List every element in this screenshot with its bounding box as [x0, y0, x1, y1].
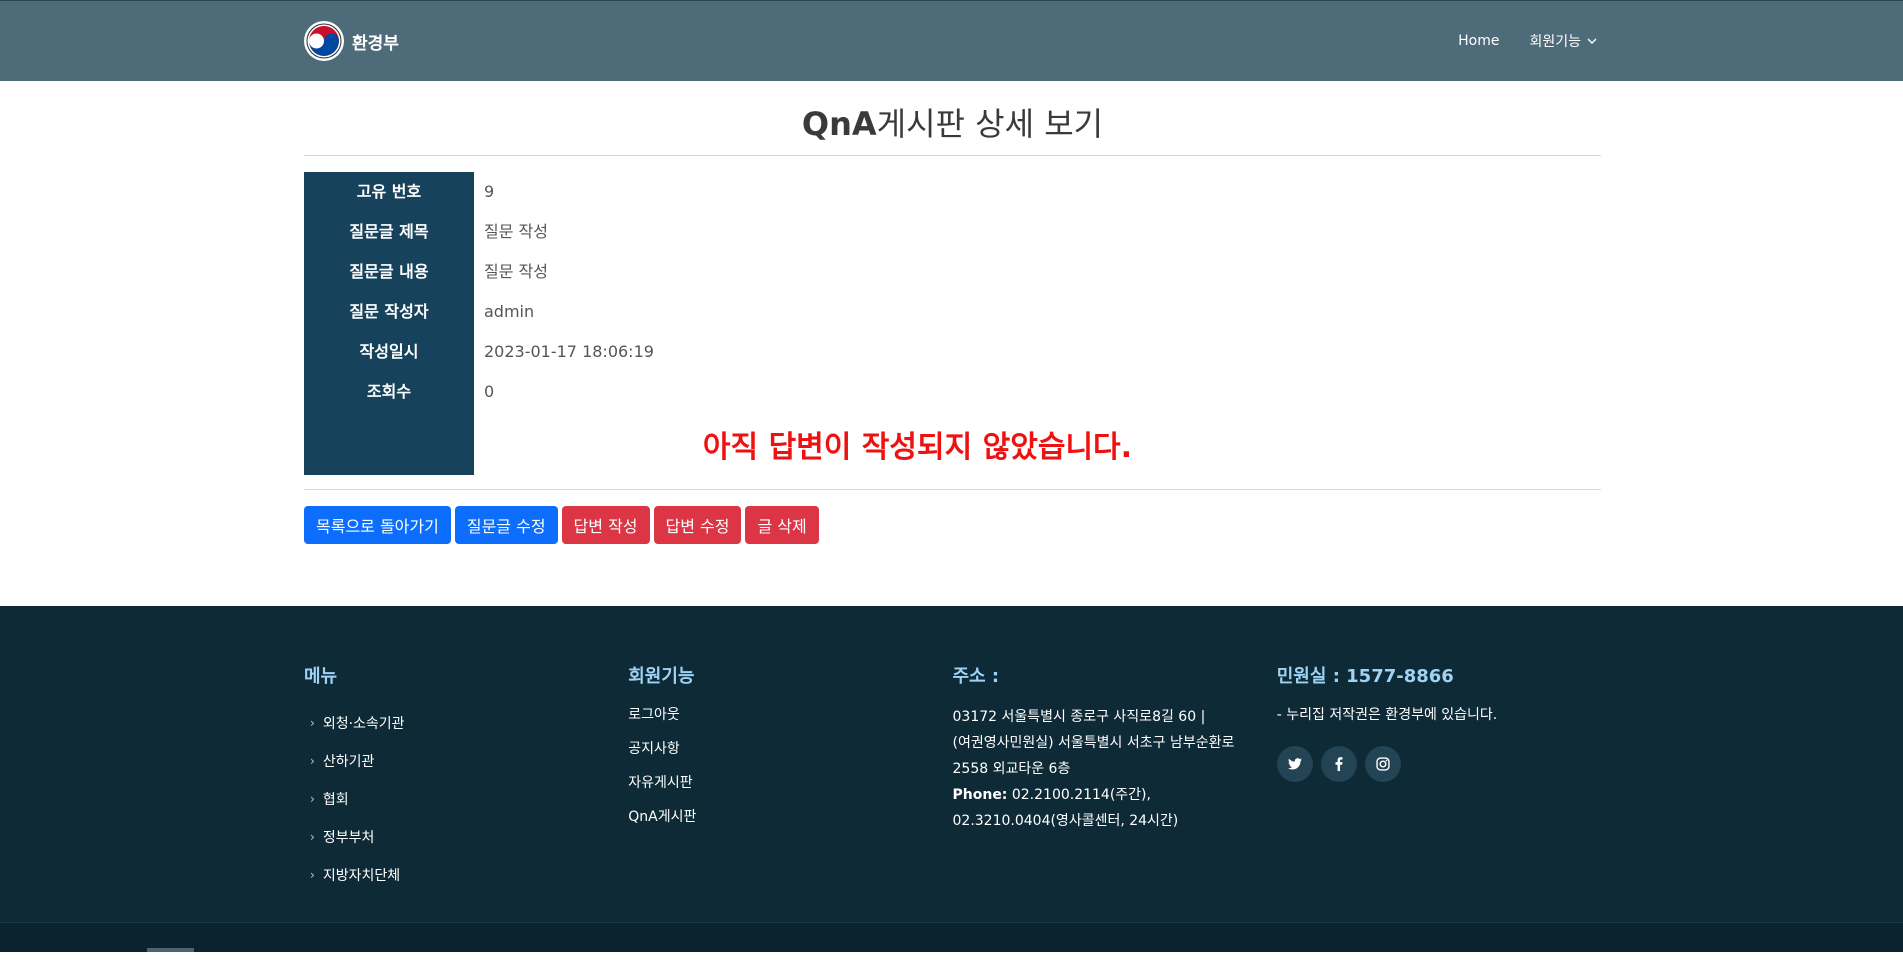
footer-free-board-link[interactable]: 자유게시판 — [628, 772, 952, 806]
logo-text: 환경부 — [352, 33, 399, 54]
footer-menu-link[interactable]: › 지방자치단체 — [304, 856, 628, 894]
site-header: 환경부 Home 회원기능 — [0, 0, 1903, 81]
qna-detail-table: 고유 번호 질문글 제목 질문글 내용 질문 작성자 작성일시 조회수 9 질문… — [304, 172, 1601, 475]
chevron-right-icon: › — [310, 868, 315, 882]
footer-menu-link[interactable]: › 정부부처 — [304, 818, 628, 856]
label-date: 작성일시 — [359, 342, 419, 361]
value-column: 9 질문 작성 질문 작성 admin 2023-01-17 18:06:19 … — [474, 172, 1601, 475]
page-title: QnA게시판 상세 보기 — [304, 81, 1601, 155]
footer-notice-link[interactable]: 공지사항 — [628, 738, 952, 772]
label-id: 고유 번호 — [356, 182, 422, 201]
delete-post-button[interactable]: 글 삭제 — [745, 506, 819, 544]
footer-menu-link[interactable]: › 산하기관 — [304, 742, 628, 780]
footer-logout-link[interactable]: 로그아웃 — [628, 704, 952, 738]
page-title-bold: QnA — [801, 105, 877, 143]
twitter-icon[interactable] — [1276, 746, 1313, 782]
footer-cs-column: 민원실 : 1577-8866 - 누리집 저작권은 환경부에 있습니다. — [1276, 662, 1601, 894]
address-line: (여권영사민원실) 서울특별시 서초구 남부순환로 — [952, 735, 1235, 751]
label-views: 조회수 — [366, 382, 412, 401]
footer-menu-link[interactable]: › 협회 — [304, 780, 628, 818]
nav-home[interactable]: Home — [1458, 33, 1499, 49]
footer-menu-column: 메뉴 › 외청·소속기관 › 산하기관 › 협회 › 정부부처 › 지방자치단체 — [304, 662, 628, 894]
nav-member-label: 회원기능 — [1529, 34, 1581, 50]
value-id: 9 — [484, 182, 495, 201]
footer-menu-label: 산하기관 — [322, 754, 375, 770]
footer-menu-label: 정부부처 — [322, 830, 375, 846]
edit-question-button[interactable]: 질문글 수정 — [454, 506, 558, 544]
chevron-down-icon — [1587, 38, 1597, 44]
address-text: 03172 서울특별시 종로구 사직로8길 60 | (여권영사민원실) 서울특… — [953, 704, 1265, 834]
footer-members-title: 회원기능 — [628, 666, 695, 687]
address-line: 02.3210.0404(영사콜센터, 24시간) — [952, 813, 1179, 829]
phone-value: 02.2100.2114(주간), — [1011, 787, 1151, 803]
footer-qna-board-link[interactable]: QnA게시판 — [628, 806, 952, 840]
footer-bottom-bar — [0, 922, 1903, 952]
value-content: 질문 작성 — [484, 262, 548, 281]
divider — [304, 489, 1601, 490]
address-line: 03172 서울특별시 종로구 사직로8길 60 | — [952, 709, 1206, 725]
taegeuk-logo-icon — [304, 21, 344, 61]
site-footer: 메뉴 › 외청·소속기관 › 산하기관 › 협회 › 정부부처 › 지방자치단체 회원기능… — [0, 606, 1903, 952]
write-answer-button[interactable]: 답변 작성 — [561, 506, 650, 544]
instagram-icon[interactable] — [1364, 746, 1401, 782]
value-title: 질문 작성 — [484, 222, 548, 241]
chevron-right-icon: › — [310, 754, 315, 768]
site-logo[interactable]: 환경부 — [304, 21, 399, 61]
facebook-icon[interactable] — [1320, 746, 1357, 782]
nav-member-dropdown[interactable]: 회원기능 — [1529, 31, 1597, 51]
page-title-rest: 게시판 상세 보기 — [876, 105, 1104, 143]
chevron-right-icon: › — [310, 716, 315, 730]
label-content: 질문글 내용 — [349, 262, 429, 281]
value-views: 0 — [484, 382, 495, 401]
back-to-list-button[interactable]: 목록으로 돌아가기 — [304, 506, 451, 544]
chevron-right-icon: › — [310, 792, 315, 806]
footer-menu-label: 외청·소속기관 — [322, 716, 405, 732]
label-author: 질문 작성자 — [349, 302, 429, 321]
copyright-text: - 누리집 저작권은 환경부에 있습니다. — [1276, 707, 1498, 723]
footer-menu-label: 지방자치단체 — [322, 868, 401, 884]
footer-address-title: 주소 : — [952, 666, 1000, 687]
main-nav: Home 회원기능 — [1458, 31, 1601, 51]
main-content: QnA게시판 상세 보기 고유 번호 질문글 제목 질문글 내용 질문 작성자 … — [0, 81, 1903, 606]
chevron-right-icon: › — [310, 830, 315, 844]
footer-menu-link[interactable]: › 외청·소속기관 — [304, 704, 628, 742]
nav-home-label: Home — [1458, 33, 1500, 49]
divider — [304, 155, 1601, 156]
phone-label: Phone: — [952, 787, 1008, 803]
label-title: 질문글 제목 — [349, 222, 429, 241]
value-date: 2023-01-17 18:06:19 — [484, 342, 654, 361]
footer-members-column: 회원기능 로그아웃 공지사항 자유게시판 QnA게시판 — [628, 662, 952, 894]
value-author: admin — [484, 302, 535, 321]
footer-menu-label: 협회 — [322, 792, 349, 808]
edit-answer-button[interactable]: 답변 수정 — [653, 506, 742, 544]
footer-cs-title: 민원실 : 1577-8866 — [1276, 666, 1454, 687]
footer-menu-title: 메뉴 — [304, 666, 338, 687]
footer-bottom-decoration — [147, 948, 194, 952]
no-answer-message: 아직 답변이 작성되지 않았습니다. — [702, 430, 1133, 465]
footer-address-column: 주소 : 03172 서울특별시 종로구 사직로8길 60 | (여권영사민원실… — [953, 662, 1277, 894]
action-buttons: 목록으로 돌아가기 질문글 수정 답변 작성 답변 수정 글 삭제 — [304, 506, 1601, 544]
address-line: 2558 외교타운 6층 — [952, 761, 1071, 777]
social-links — [1276, 746, 1601, 782]
